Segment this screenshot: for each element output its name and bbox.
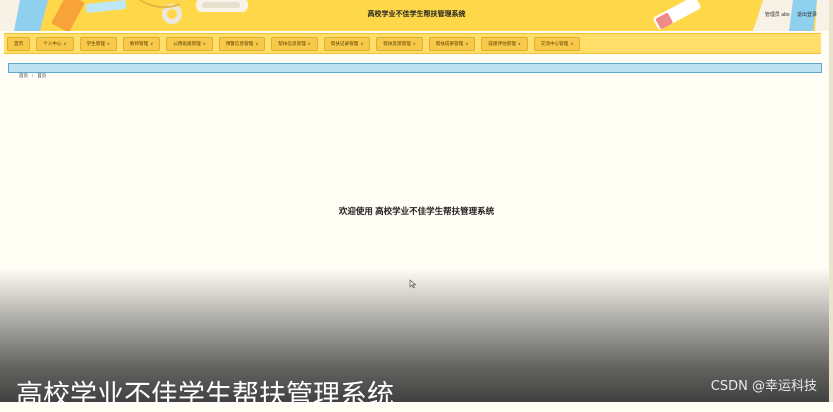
nav-item-home[interactable]: 首页 [7, 37, 31, 51]
nav-item-help-result-management[interactable]: 帮扶成果管理 ∨ [428, 37, 476, 51]
breadcrumb-separator: / [32, 73, 34, 78]
nav-item-label: 帮扶成果管理 [435, 41, 464, 46]
chevron-down-icon: ∨ [202, 41, 206, 46]
chevron-down-icon: ∨ [517, 41, 521, 46]
nav-item-label: 成绩评估管理 [488, 41, 516, 46]
nav-item-label: 教师管理 [129, 41, 149, 46]
chevron-down-icon: ∨ [360, 41, 364, 46]
chevron-down-icon: ∨ [465, 41, 469, 46]
chevron-down-icon: ∨ [150, 41, 154, 46]
welcome-message: 欢迎使用 高校学业不佳学生帮扶管理系统 [338, 206, 495, 216]
chevron-down-icon: ∨ [412, 41, 416, 46]
nav-item-label: 帮扶信息管理 [278, 41, 306, 46]
logout-link[interactable]: 退出登录 [797, 12, 817, 18]
nav-item-label: 预警信息管理 [225, 41, 254, 46]
chevron-down-icon: ∨ [570, 41, 574, 46]
nav-item-label: 帮扶反馈管理 [383, 41, 411, 46]
breadcrumb-home-link[interactable]: 首页 [19, 73, 28, 78]
nav-item-label: 帮扶记录管理 [330, 41, 359, 46]
nav-item-label: 交流中心管理 [540, 41, 569, 46]
nav-item-label: 个人中心 [43, 41, 62, 46]
nav-item-class-management[interactable]: 公用班级管理 ∨ [166, 37, 213, 51]
nav-item-label: 学生管理 [86, 41, 105, 46]
nav-item-exchange-center-management[interactable]: 交流中心管理 ∨ [533, 37, 581, 51]
chevron-down-icon: ∨ [255, 41, 259, 46]
nav-item-warning-management[interactable]: 预警信息管理 ∨ [218, 37, 266, 51]
nav-item-grade-assessment-management[interactable]: 成绩评估管理 ∨ [481, 37, 528, 51]
nav-item-help-record-management[interactable]: 帮扶记录管理 ∨ [323, 37, 371, 51]
user-area: 管理员 abo 退出登录 [759, 11, 817, 18]
breadcrumb: 首页 / 首页 [8, 63, 822, 78]
overlay-caption-title: 高校学业不佳学生帮扶管理系统 [16, 380, 394, 411]
chevron-down-icon: ∨ [307, 41, 311, 46]
csdn-watermark: CSDN @幸运科技 [710, 379, 817, 394]
right-edge-strip [829, 0, 833, 402]
chevron-down-icon: ∨ [63, 41, 67, 46]
nav-item-personal-center[interactable]: 个人中心 ∨ [36, 37, 74, 51]
nav-item-help-info-management[interactable]: 帮扶信息管理 ∨ [271, 37, 318, 51]
nav-item-teacher-management[interactable]: 教师管理 ∨ [122, 37, 161, 51]
nav-item-label: 公用班级管理 [173, 41, 201, 46]
current-user-label: 管理员 abo [764, 12, 790, 18]
nav-item-student-management[interactable]: 学生管理 ∨ [79, 37, 117, 51]
app-title: 高校学业不佳学生帮扶管理系统 [367, 11, 466, 18]
chevron-down-icon: ∨ [106, 41, 110, 46]
nav-item-help-feedback-management[interactable]: 帮扶反馈管理 ∨ [376, 37, 423, 51]
main-nav-bar: 首页 个人中心 ∨ 学生管理 ∨ 教师管理 ∨ 公用班级管理 ∨ 预警信息管理 ∨ 帮扶信… [4, 33, 821, 54]
nav-item-label: 首页 [14, 41, 24, 46]
breadcrumb-current: 首页 [37, 73, 47, 78]
header-banner: 高校学业不佳学生帮扶管理系统 管理员 abo 退出登录 [0, 0, 833, 31]
